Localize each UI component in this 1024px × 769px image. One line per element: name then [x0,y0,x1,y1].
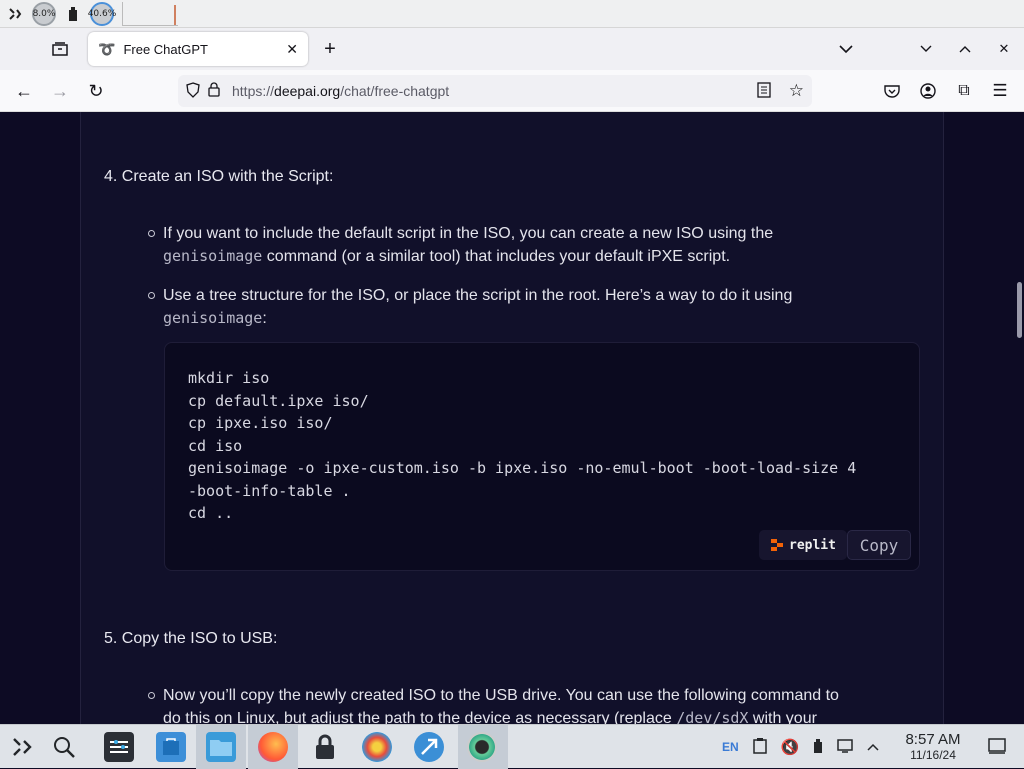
network-graph[interactable] [122,1,178,26]
tracking-shield-icon[interactable] [186,81,200,101]
screen-recorder-icon[interactable] [467,732,497,762]
discover-store-icon[interactable] [156,732,186,762]
system-settings-icon[interactable] [104,732,134,762]
reload-icon[interactable]: ↻ [82,77,110,105]
file-manager-icon[interactable] [206,732,236,762]
reader-view-icon[interactable] [757,81,771,101]
display-config-icon[interactable] [837,738,854,756]
menu-icon[interactable]: ☰ [986,77,1014,105]
pocket-icon[interactable] [878,77,906,105]
tab-title: Free ChatGPT [123,41,208,57]
list-item: Now you’ll copy the newly created ISO to… [148,684,918,724]
application-menu-icon[interactable] [8,733,36,761]
url-bar[interactable]: https://deepai.org/chat/free-chatgpt ☆ [178,75,812,107]
tab-overview-icon[interactable] [46,35,74,63]
bullet-marker [148,292,155,299]
firefox-icon[interactable] [258,732,288,762]
close-tab-icon[interactable]: ✕ [286,41,298,58]
taskbar: EN 🔇 8:57 AM 11/16/24 [0,724,1024,769]
step-4-heading: 4. Create an ISO with the Script: [104,168,334,185]
url-text[interactable]: https://deepai.org/chat/free-chatgpt [232,83,449,99]
lock-screen-icon[interactable] [310,732,340,762]
clock[interactable]: 8:57 AM 11/16/24 [896,731,970,762]
navigation-bar: ← → ↻ https://deepai.org/chat/free-chatg… [0,70,1024,112]
extensions-icon[interactable]: ⧉ [950,77,978,105]
chatgpt-favicon-icon: ➰ [98,40,116,57]
bullet-marker [148,692,155,699]
page-scrollbar[interactable] [1017,282,1022,338]
copy-button[interactable]: Copy [847,530,911,560]
maximize-window-icon[interactable] [951,35,979,63]
list-tabs-icon[interactable] [832,35,860,63]
tab-free-chatgpt[interactable]: ➰ Free ChatGPT ✕ [88,32,308,66]
list-item: If you want to include the default scrip… [148,222,918,268]
step-5-heading: 5. Copy the ISO to USB: [104,630,278,647]
cpu-gauge[interactable]: 8.0% [32,1,56,26]
back-arrow-icon[interactable]: ← [10,77,38,105]
usb-icon[interactable] [64,0,82,28]
bookmark-star-icon[interactable]: ☆ [789,81,804,101]
tab-bar: ➰ Free ChatGPT ✕ + ✕ [0,28,1024,70]
list-item: Use a tree structure for the ISO, or pla… [148,284,918,330]
system-tray: EN 🔇 [722,725,879,769]
page-content: 4. Create an ISO with the Script: If you… [0,112,1024,724]
inline-code: genisoimage [163,309,263,327]
show-desktop-icon[interactable] [988,738,1006,759]
keyboard-layout-indicator[interactable]: EN [722,740,739,754]
minimize-window-icon[interactable] [912,35,940,63]
code-block: mkdir iso cp default.ipxe iso/ cp ipxe.i… [164,342,920,571]
clock-time: 8:57 AM [905,731,961,748]
app-launcher-icon[interactable] [6,0,24,28]
network-tool-icon[interactable] [414,732,444,762]
system-panel: 8.0% 40.6% [0,0,1024,28]
paint-palette-icon[interactable] [362,732,392,762]
close-window-icon[interactable]: ✕ [990,35,1018,63]
bullet-marker [148,230,155,237]
volume-muted-icon[interactable]: 🔇 [781,738,800,756]
lock-icon[interactable] [208,82,220,100]
new-tab-icon[interactable]: + [316,35,344,63]
memory-gauge[interactable]: 40.6% [88,1,116,26]
inline-code: /dev/sdX [676,709,749,724]
replit-button[interactable]: replit [759,530,847,560]
replit-logo-icon [771,539,783,551]
account-icon[interactable] [914,77,942,105]
usb-drive-icon[interactable] [813,738,823,757]
forward-arrow-icon[interactable]: → [46,77,74,105]
clock-date: 11/16/24 [910,748,956,762]
show-hidden-icons-chevron-icon[interactable] [867,740,879,754]
inline-code: genisoimage [163,247,263,265]
search-icon[interactable] [50,733,78,761]
clipboard-icon[interactable] [752,737,767,757]
code-text[interactable]: mkdir iso cp default.ipxe iso/ cp ipxe.i… [188,367,856,525]
